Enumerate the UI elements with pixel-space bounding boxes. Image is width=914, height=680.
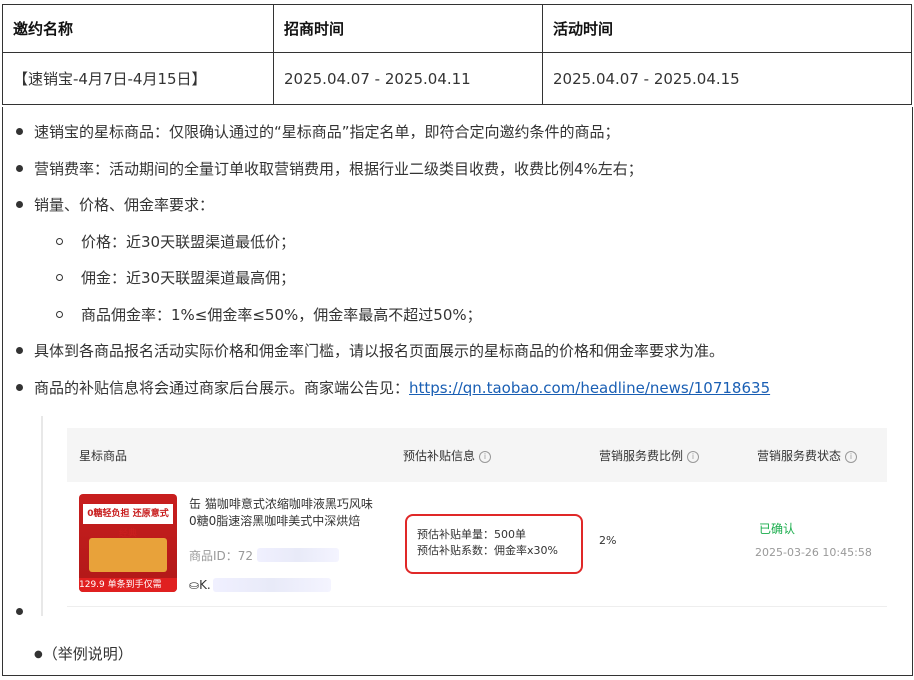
document: 邀约名称 招商时间 活动时间 【速销宝-4月7日-4月15日】 2025.04.… xyxy=(0,0,914,680)
product-id: 商品ID：72 xyxy=(189,549,254,563)
info-icon: i xyxy=(687,451,700,463)
redaction-blur xyxy=(213,578,331,592)
col-fee-rate: 营销服务费比例 i xyxy=(599,447,700,464)
rules-cell: 速销宝的星标商品：仅限确认通过的“星标商品”指定名单，即符合定向邀约条件的商品；… xyxy=(2,107,913,676)
rule-price: 价格：近30天联盟渠道最低价； xyxy=(81,233,296,251)
thumbnail-tagline: 0糖轻负担 还原意式经典 xyxy=(83,504,173,539)
fee-rate-value: 2% xyxy=(599,534,617,547)
info-icon: i xyxy=(479,451,492,463)
example-note: ●（举例说明） xyxy=(34,643,133,664)
shop-name: ⛀K. xyxy=(189,578,211,592)
rule-star-products: 速销宝的星标商品：仅限确认通过的“星标商品”指定名单，即符合定向邀约条件的商品； xyxy=(34,123,620,141)
col-subsidy-info: 预估补贴信息 i xyxy=(403,447,492,464)
table-header-row: 邀约名称 招商时间 活动时间 xyxy=(2,4,912,53)
subsidy-details: 预估补贴单量：500单 预估补贴系数：佣金率x30% xyxy=(417,527,558,559)
sub-bullet-circle xyxy=(56,274,63,281)
divider xyxy=(41,416,43,616)
rule-commission: 佣金：近30天联盟渠道最高佣； xyxy=(81,269,296,287)
shop-name-text: K. xyxy=(199,578,211,592)
example-label: （举例说明） xyxy=(42,645,133,663)
sub-bullet-circle xyxy=(56,311,63,318)
rule-requirements: 销量、价格、佣金率要求： xyxy=(34,196,215,214)
product-row: 0糖轻负担 还原意式经典 129.9 单条到手仅需¥1.62 缶 猫咖啡意式浓缩… xyxy=(67,482,887,607)
bullet-dot xyxy=(16,608,23,615)
screenshot-header: 星标商品 预估补贴信息 i 营销服务费比例 i 营销服务费状态 i xyxy=(67,428,887,482)
subsidy-highlight-box: 预估补贴单量：500单 预估补贴系数：佣金率x30% xyxy=(405,514,583,574)
subsidy-info-text: 商品的补贴信息将会通过商家后台展示。商家端公告见： xyxy=(34,379,410,397)
subsidy-coefficient: 预估补贴系数：佣金率x30% xyxy=(417,544,558,557)
bullet-dot xyxy=(16,165,23,172)
header-activity-time: 活动时间 xyxy=(542,4,912,53)
rule-commission-rate: 商品佣金率：1%≤佣金率≤50%，佣金率最高不超过50%； xyxy=(81,306,482,324)
rule-subsidy-info: 商品的补贴信息将会通过商家后台展示。商家端公告见：https://qn.taob… xyxy=(34,377,770,398)
redaction-blur xyxy=(257,548,339,562)
status-timestamp: 2025-03-26 10:45:58 xyxy=(755,546,872,559)
product-package-image xyxy=(89,538,167,572)
cell-invite-name: 【速销宝-4月7日-4月15日】 xyxy=(2,52,274,105)
bullet-dot xyxy=(16,128,23,135)
announcement-link[interactable]: https://qn.taobao.com/headline/news/1071… xyxy=(409,379,770,397)
col-star-product: 星标商品 xyxy=(79,449,128,463)
rule-marketing-fee: 营销费率：活动期间的全量订单收取营销费用，根据行业二级类目收费，收费比例4%左右… xyxy=(34,160,643,178)
status-confirmed: 已确认 xyxy=(759,522,796,536)
rule-threshold: 具体到各商品报名活动实际价格和佣金率门槛，请以报名页面展示的星标商品的价格和佣金… xyxy=(34,342,725,360)
col-fee-status: 营销服务费状态 i xyxy=(757,447,858,464)
example-screenshot: 星标商品 预估补贴信息 i 营销服务费比例 i 营销服务费状态 i 0糖轻负担 还原意… xyxy=(41,416,887,616)
subsidy-quantity: 预估补贴单量：500单 xyxy=(417,528,526,541)
col-fee-rate-label: 营销服务费比例 xyxy=(599,449,684,463)
activity-table: 邀约名称 招商时间 活动时间 【速销宝-4月7日-4月15日】 2025.04.… xyxy=(2,4,912,105)
bullet-dot xyxy=(16,347,23,354)
col-subsidy-label: 预估补贴信息 xyxy=(403,449,476,463)
col-fee-status-label: 营销服务费状态 xyxy=(757,449,842,463)
header-invite-name: 邀约名称 xyxy=(2,4,274,53)
bullet-dot xyxy=(16,201,23,208)
info-icon: i xyxy=(845,451,858,463)
header-recruit-time: 招商时间 xyxy=(273,4,543,53)
cell-activity-time: 2025.04.07 - 2025.04.15 xyxy=(542,52,912,105)
sub-bullet-circle xyxy=(56,238,63,245)
bullet-dot xyxy=(16,384,23,391)
table-row: 【速销宝-4月7日-4月15日】 2025.04.07 - 2025.04.11… xyxy=(2,52,912,105)
product-thumbnail: 0糖轻负担 还原意式经典 129.9 单条到手仅需¥1.62 xyxy=(79,494,177,592)
shop-icon: ⛀ xyxy=(189,578,200,592)
thumbnail-price-bar: 129.9 单条到手仅需¥1.62 xyxy=(79,578,177,592)
cell-recruit-time: 2025.04.07 - 2025.04.11 xyxy=(273,52,543,105)
product-title: 缶 猫咖啡意式浓缩咖啡液黑巧风味0糖0脂速溶黑咖啡美式中深烘焙 xyxy=(189,497,373,528)
bullet-dot-small: ● xyxy=(34,649,43,660)
